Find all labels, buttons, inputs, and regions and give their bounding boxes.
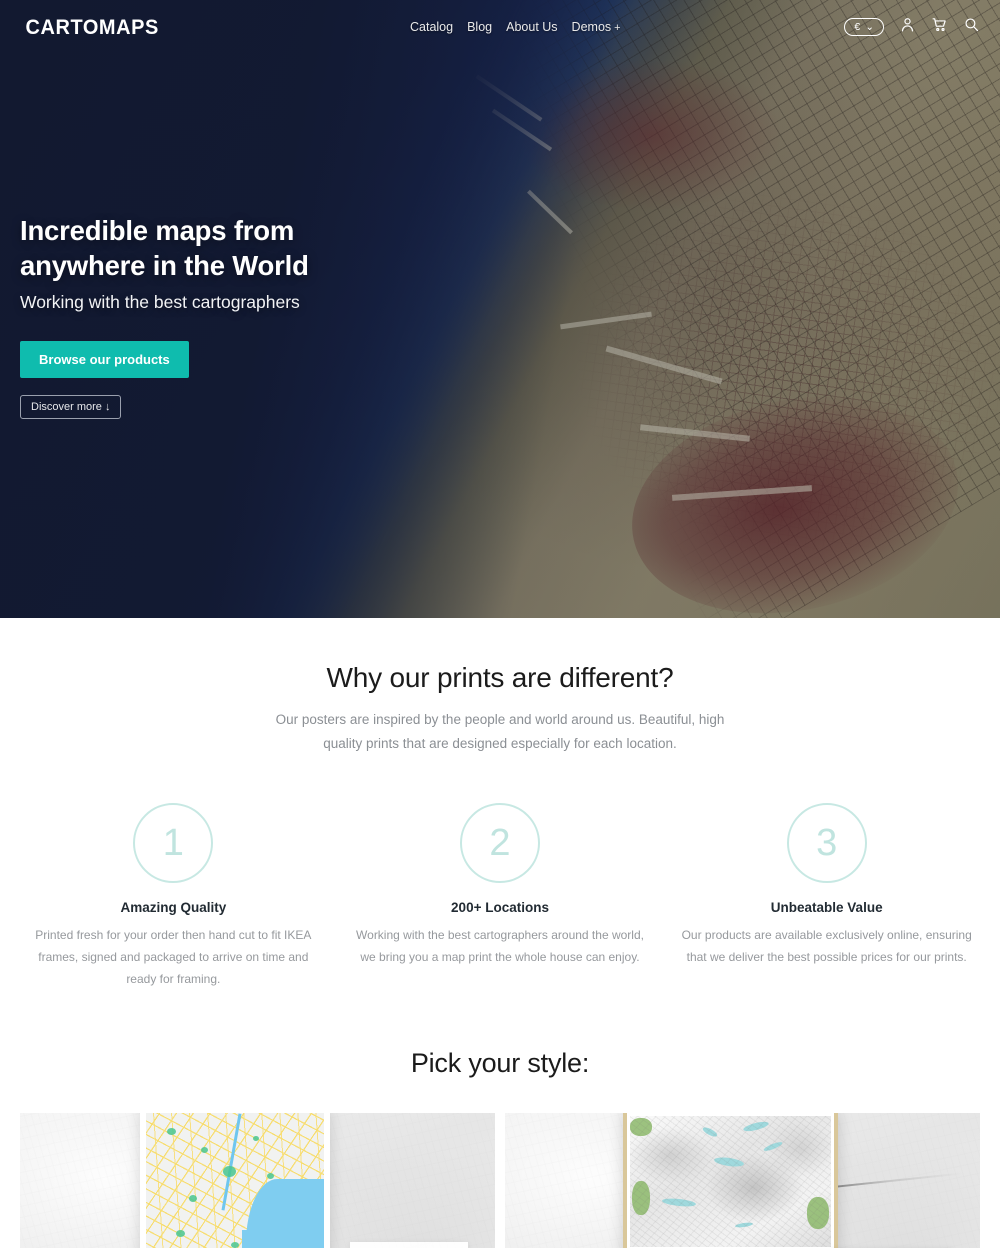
- terrain-lake: [713, 1155, 745, 1168]
- feature-text: Working with the best cartographers arou…: [356, 928, 644, 965]
- feature-number-circle: 3: [786, 803, 867, 884]
- terrain-lake: [742, 1120, 770, 1134]
- plus-icon: +: [614, 22, 621, 34]
- main-navigation: Catalog Blog About Us Demos +: [410, 20, 621, 34]
- terrain-lake: [762, 1140, 783, 1153]
- terrain-lake: [734, 1221, 753, 1229]
- street-map-park: [267, 1172, 275, 1179]
- nav-item-blog[interactable]: Blog: [467, 20, 492, 34]
- feature-number-circle: 1: [133, 803, 214, 884]
- street-map-image: [146, 1112, 324, 1248]
- feature-item-2: 2 200+ Locations Working with the best c…: [337, 803, 664, 991]
- styles-title: Pick your style:: [410, 1047, 590, 1078]
- terrain-forest: [630, 1118, 652, 1137]
- poster-mat: [627, 1112, 834, 1248]
- hero-content: Incredible maps from anywhere in the Wor…: [20, 214, 309, 419]
- styles-section: Pick your style:: [0, 1048, 1000, 1248]
- feature-title: Unbeatable Value: [770, 900, 883, 916]
- chevron-down-icon: ⌄: [865, 20, 874, 33]
- feature-text: Our products are available exclusively o…: [681, 928, 972, 965]
- browse-products-button[interactable]: Browse our products: [20, 340, 189, 378]
- hero-primary-button-row: Browse our products: [20, 313, 309, 378]
- nav-item-demos-label: Demos: [571, 20, 612, 34]
- hero-title: Incredible maps from anywhere in the Wor…: [20, 215, 309, 281]
- hero-subtitle: Working with the best cartographers: [20, 291, 300, 312]
- terrain-forest: [632, 1181, 650, 1216]
- street-map-park: [188, 1194, 197, 1202]
- terrain-forest: [806, 1196, 829, 1229]
- street-map-bay: [242, 1229, 275, 1248]
- hero-secondary-button-row: Discover more ↓: [20, 378, 309, 419]
- nav-item-catalog[interactable]: Catalog: [410, 20, 453, 34]
- features-title: Why our prints are different?: [326, 662, 674, 693]
- terrain-lake: [661, 1197, 697, 1209]
- header-tools: € ⌄: [844, 16, 980, 38]
- style-cards: Street Maps: [0, 1112, 1000, 1248]
- hero-section: CARTOMAPS Catalog Blog About Us Demos + €…: [0, 0, 1000, 618]
- style-card-terrain-maps[interactable]: Terrain Maps: [505, 1112, 980, 1248]
- features-section: Why our prints are different? Our poster…: [0, 618, 1000, 991]
- features-subtitle: Our posters are inspired by the people a…: [275, 712, 725, 752]
- feature-item-3: 3 Unbeatable Value Our products are avai…: [663, 803, 990, 991]
- site-logo[interactable]: CARTOMAPS: [26, 16, 159, 40]
- poster-frame: [140, 1112, 330, 1248]
- terrain-lake: [701, 1125, 719, 1139]
- street-map-park: [222, 1166, 236, 1178]
- feature-number-circle: 2: [460, 803, 540, 884]
- terrain-map-image: [630, 1115, 831, 1247]
- currency-selector[interactable]: € ⌄: [844, 17, 884, 37]
- site-header: CARTOMAPS Catalog Blog About Us Demos + €…: [0, 0, 1000, 56]
- currency-symbol: €: [854, 20, 861, 33]
- style-card-label: Street Maps: [350, 1241, 469, 1248]
- features-columns: 1 Amazing Quality Printed fresh for your…: [0, 803, 1000, 991]
- feature-item-1: 1 Amazing Quality Printed fresh for your…: [10, 803, 337, 991]
- feature-title: Amazing Quality: [120, 900, 227, 916]
- feature-title: 200+ Locations: [451, 900, 549, 916]
- terrain-map-artwork: [630, 1115, 831, 1247]
- nav-item-about-us[interactable]: About Us: [506, 20, 557, 34]
- street-map-park: [176, 1229, 186, 1237]
- nav-item-demos[interactable]: Demos +: [572, 20, 621, 34]
- person-icon[interactable]: [899, 16, 916, 38]
- style-card-street-maps[interactable]: Street Maps: [20, 1112, 495, 1248]
- poster-frame: [623, 1112, 838, 1248]
- feature-text: Printed fresh for your order then hand c…: [35, 928, 312, 987]
- cart-icon[interactable]: [931, 16, 948, 38]
- discover-more-button[interactable]: Discover more ↓: [20, 394, 122, 419]
- search-icon[interactable]: [963, 16, 980, 38]
- street-map-artwork: [146, 1112, 324, 1248]
